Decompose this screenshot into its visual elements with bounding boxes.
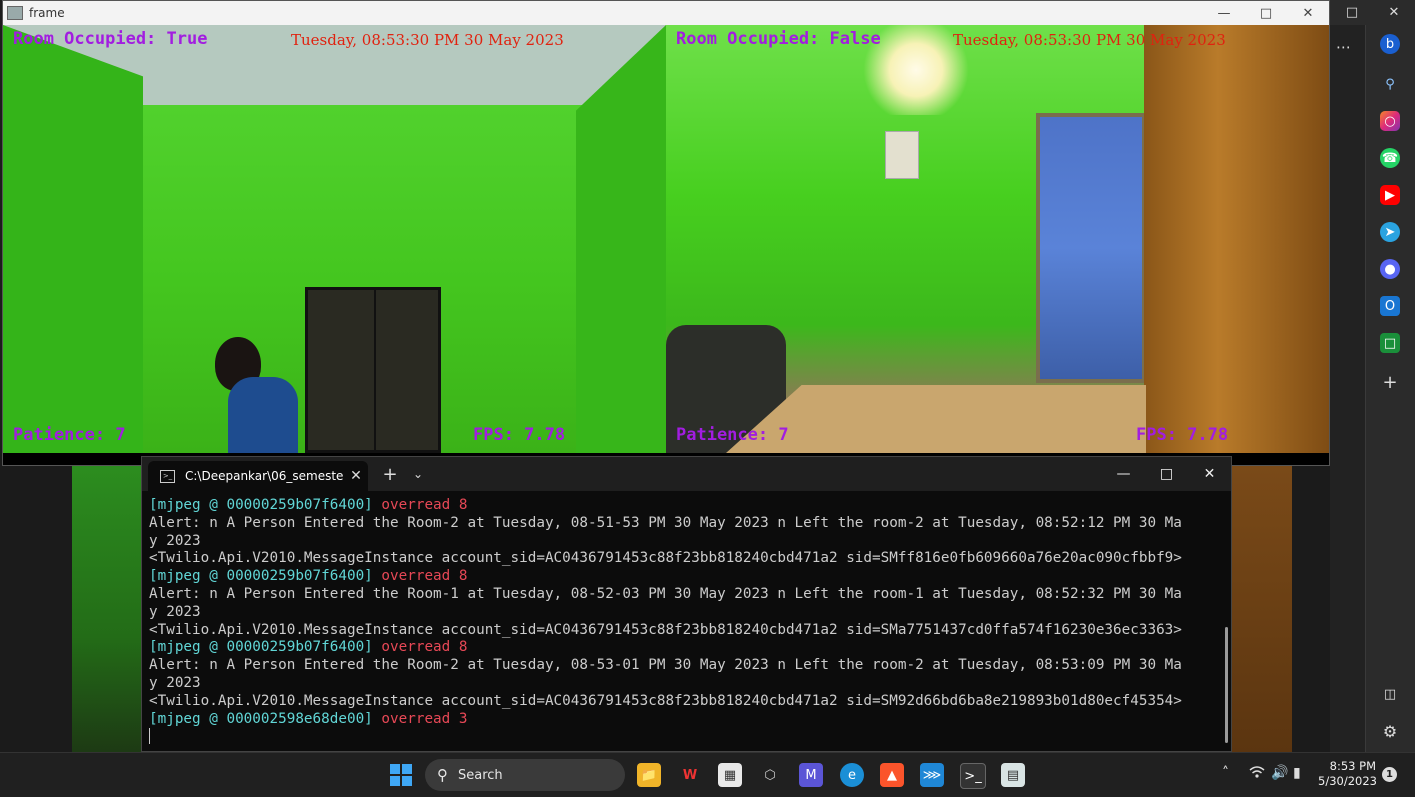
terminal-line: y 2023 [149, 603, 201, 620]
wardrobe [1144, 25, 1329, 453]
terminal-window: >_ C:\Deepankar\06_semester\Pr ✕ + ⌄ — □… [141, 456, 1232, 752]
terminal-line: Alert: n A Person Entered the Room-2 at … [149, 514, 1182, 531]
frame-titlebar[interactable]: frame — □ ✕ [3, 1, 1329, 25]
visual-studio-icon[interactable]: M [799, 763, 823, 787]
whatsapp-icon[interactable]: ☎ [1380, 148, 1400, 168]
fps-readout: FPS: 7.78 [1136, 425, 1229, 445]
frame-app-icon [7, 6, 23, 20]
person-body [228, 377, 298, 453]
wifi-icon[interactable] [1249, 765, 1265, 783]
camera-feed-room-1: Room Occupied: True Tuesday, 08:53:30 PM… [3, 25, 666, 453]
browser-restore-button[interactable]: □ [1331, 0, 1373, 25]
search-label: Search [458, 767, 503, 783]
patience-readout: Patience: 7 [13, 425, 126, 445]
search-icon: ⚲ [437, 766, 448, 784]
frame-title: frame [29, 6, 65, 20]
terminal-maximize-button[interactable]: □ [1145, 457, 1188, 491]
instagram-icon[interactable]: ○ [1380, 111, 1400, 131]
terminal-prompt[interactable] [149, 728, 1231, 746]
feed-timestamp: Tuesday, 08:53:30 PM 30 May 2023 [291, 31, 564, 49]
terminal-minimize-button[interactable]: — [1102, 457, 1145, 491]
clock-time: 8:53 PM [1329, 759, 1376, 773]
frame-maximize-button[interactable]: □ [1245, 1, 1287, 25]
terminal-line: [mjpeg @ 00000259b07f6400] overread 8 [149, 639, 468, 656]
fps-readout: FPS: 7.78 [473, 425, 566, 445]
terminal-line: y 2023 [149, 674, 201, 691]
settings-icon[interactable]: ⚙ [1380, 721, 1400, 741]
unity-icon[interactable]: ⬡ [758, 763, 782, 787]
volume-icon[interactable]: 🔊 [1271, 765, 1288, 781]
terminal-line: Alert: n A Person Entered the Room-1 at … [149, 585, 1182, 602]
brave-icon[interactable]: ▲ [880, 763, 904, 787]
occupancy-status: Room Occupied: True [13, 29, 208, 49]
background-window-left-strip [72, 465, 142, 752]
taskbar-search[interactable]: ⚲ Search [425, 759, 625, 791]
clock-date: 5/30/2023 [1318, 774, 1377, 788]
sidebar-toggle-icon[interactable]: ◫ [1380, 684, 1400, 704]
bed [726, 385, 1146, 453]
left-wall [3, 25, 143, 453]
taskbar: ⚲ Search 📁 W ▦ ⬡ M e ▲ ⋙ >_ ▤ ˄ 🔊 ▮ 8:53… [0, 752, 1415, 797]
terminal-tab[interactable]: >_ C:\Deepankar\06_semester\Pr ✕ [148, 461, 368, 491]
terminal-tab-label: C:\Deepankar\06_semester\Pr [185, 469, 344, 483]
background-window-right-strip [1232, 465, 1292, 752]
add-icon[interactable]: + [1380, 372, 1400, 393]
outlook-icon[interactable]: O [1380, 296, 1400, 316]
terminal-titlebar[interactable]: >_ C:\Deepankar\06_semester\Pr ✕ + ⌄ — □… [142, 457, 1231, 491]
terminal-line: Alert: n A Person Entered the Room-2 at … [149, 657, 1182, 674]
chat-icon[interactable]: □ [1380, 333, 1400, 353]
wps-office-icon[interactable]: W [678, 763, 702, 787]
microsoft-store-icon[interactable]: ▦ [718, 763, 742, 787]
vscode-icon[interactable]: ⋙ [920, 763, 944, 787]
frame-close-button[interactable]: ✕ [1287, 1, 1329, 25]
taskbar-clock[interactable]: 8:53 PM 5/30/2023 [1318, 759, 1377, 789]
telegram-icon[interactable]: ➤ [1380, 222, 1400, 242]
occupancy-status: Room Occupied: False [676, 29, 881, 49]
terminal-icon[interactable]: >_ [960, 763, 986, 789]
terminal-output[interactable]: [mjpeg @ 00000259b07f6400] overread 8 Ale… [142, 491, 1231, 746]
tab-dropdown-icon[interactable]: ⌄ [408, 467, 428, 481]
battery-icon[interactable]: ▮ [1293, 765, 1301, 781]
doorway [1036, 113, 1146, 383]
patience-readout: Patience: 7 [676, 425, 789, 445]
youtube-icon[interactable]: ▶ [1380, 185, 1400, 205]
notification-badge[interactable]: 1 [1382, 767, 1397, 782]
frame-app-icon[interactable]: ▤ [1001, 763, 1025, 787]
browser-background [1330, 0, 1365, 752]
text-cursor [149, 728, 150, 745]
terminal-line: [mjpeg @ 00000259b07f6400] overread 8 [149, 568, 468, 585]
search-icon[interactable]: ⚲ [1380, 74, 1400, 94]
terminal-line: <Twilio.Api.V2010.MessageInstance accoun… [149, 692, 1182, 709]
edge-icon[interactable]: e [840, 763, 864, 787]
file-explorer-icon[interactable]: 📁 [637, 763, 661, 787]
tray-overflow-icon[interactable]: ˄ [1222, 765, 1229, 781]
terminal-tab-icon: >_ [160, 469, 175, 483]
browser-close-button[interactable]: ✕ [1373, 0, 1415, 25]
start-icon[interactable] [389, 763, 413, 787]
terminal-line: <Twilio.Api.V2010.MessageInstance accoun… [149, 550, 1182, 567]
terminal-line: [mjpeg @ 00000259b07f6400] overread 8 [149, 497, 468, 513]
terminal-line: [mjpeg @ 000002598e68de00] overread 3 [149, 710, 468, 727]
frame-minimize-button[interactable]: — [1203, 1, 1245, 25]
camera-feed-room-2: Room Occupied: False Tuesday, 08:53:30 P… [666, 25, 1329, 453]
terminal-line: y 2023 [149, 532, 201, 549]
discord-icon[interactable]: ● [1380, 259, 1400, 279]
terminal-line: <Twilio.Api.V2010.MessageInstance accoun… [149, 621, 1182, 638]
switch-board [885, 131, 919, 179]
browser-window-controls: □ ✕ [1330, 0, 1415, 25]
terminal-scrollbar[interactable] [1225, 627, 1228, 743]
terminal-close-button[interactable]: ✕ [1188, 457, 1231, 491]
feed-timestamp: Tuesday, 08:53:30 PM 30 May 2023 [953, 31, 1226, 49]
new-tab-button[interactable]: + [378, 464, 402, 485]
bing-icon[interactable]: b [1380, 34, 1400, 54]
frame-window: frame — □ ✕ Room Occupied: True Tuesday,… [2, 0, 1330, 466]
tab-close-icon[interactable]: ✕ [344, 468, 368, 484]
more-options-icon[interactable]: ⋯ [1336, 38, 1351, 56]
door [305, 287, 441, 453]
